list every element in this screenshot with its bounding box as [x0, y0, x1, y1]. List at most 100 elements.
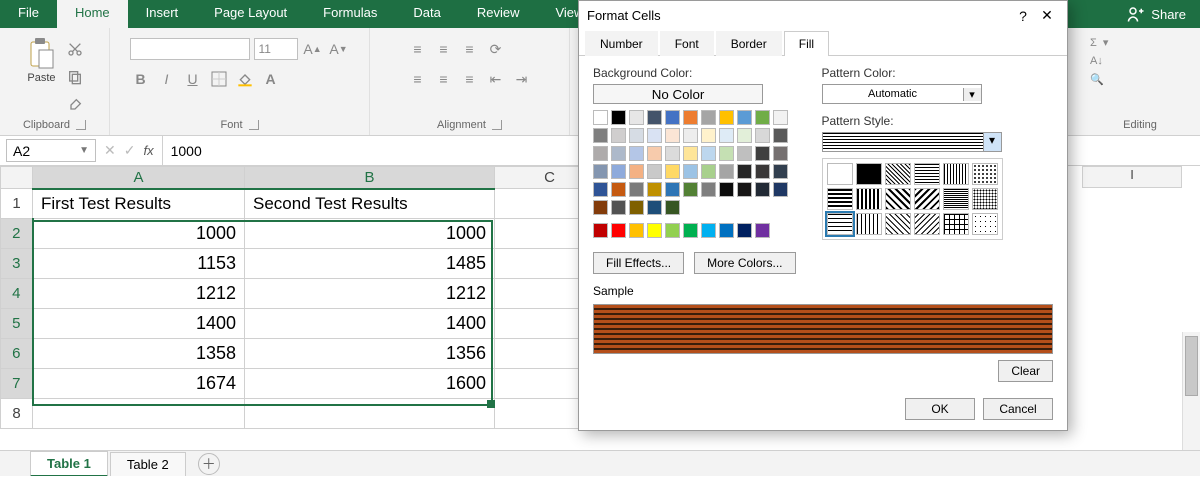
color-swatch[interactable] — [665, 110, 680, 125]
color-swatch[interactable] — [593, 200, 608, 215]
cell-B4[interactable]: 1212 — [245, 279, 495, 309]
borders-button[interactable] — [208, 68, 230, 90]
color-swatch[interactable] — [647, 146, 662, 161]
align-center-button[interactable]: ≡ — [433, 68, 455, 90]
ribbon-tab-formulas[interactable]: Formulas — [305, 0, 395, 28]
scroll-thumb[interactable] — [1185, 336, 1198, 396]
color-swatch[interactable] — [611, 182, 626, 197]
pattern-style-combo[interactable]: ▾ — [822, 132, 1002, 152]
increase-indent-button[interactable]: ⇥ — [511, 68, 533, 90]
pattern-swatch[interactable] — [914, 163, 940, 185]
color-swatch[interactable] — [611, 164, 626, 179]
color-swatch[interactable] — [737, 182, 752, 197]
ok-button[interactable]: OK — [905, 398, 975, 420]
color-swatch[interactable] — [737, 110, 752, 125]
color-swatch[interactable] — [701, 164, 716, 179]
color-swatch[interactable] — [629, 110, 644, 125]
color-swatch[interactable] — [683, 164, 698, 179]
row-header-6[interactable]: 6 — [1, 339, 33, 369]
ribbon-tab-file[interactable]: File — [0, 0, 57, 28]
align-right-button[interactable]: ≡ — [459, 68, 481, 90]
vertical-scrollbar[interactable] — [1182, 332, 1200, 450]
font-size-select[interactable] — [254, 38, 298, 60]
find-select-button[interactable]: 🔍 — [1090, 73, 1104, 86]
color-swatch[interactable] — [611, 110, 626, 125]
color-swatch[interactable] — [611, 200, 626, 215]
pattern-swatch[interactable] — [943, 188, 969, 210]
underline-button[interactable]: U — [182, 68, 204, 90]
pattern-swatch[interactable] — [943, 213, 969, 235]
ribbon-tab-review[interactable]: Review — [459, 0, 538, 28]
color-swatch[interactable] — [647, 164, 662, 179]
dialog-tab-font[interactable]: Font — [660, 31, 714, 56]
select-all-corner[interactable] — [1, 167, 33, 189]
decrease-indent-button[interactable]: ⇤ — [485, 68, 507, 90]
no-color-button[interactable]: No Color — [593, 84, 763, 104]
dialog-tab-number[interactable]: Number — [585, 31, 658, 56]
italic-button[interactable]: I — [156, 68, 178, 90]
sheet-tab-table2[interactable]: Table 2 — [110, 452, 186, 476]
row-header-1[interactable]: 1 — [1, 189, 33, 219]
color-swatch[interactable] — [665, 223, 680, 238]
color-swatch[interactable] — [665, 146, 680, 161]
col-header-b[interactable]: B — [245, 167, 495, 189]
color-swatch[interactable] — [629, 146, 644, 161]
color-swatch[interactable] — [773, 146, 788, 161]
color-swatch[interactable] — [593, 223, 608, 238]
color-swatch[interactable] — [647, 223, 662, 238]
cell-A7[interactable]: 1674 — [33, 369, 245, 399]
dialog-tab-border[interactable]: Border — [716, 31, 782, 56]
ribbon-tab-insert[interactable]: Insert — [128, 0, 197, 28]
pattern-swatch[interactable] — [856, 188, 882, 210]
col-header-a[interactable]: A — [33, 167, 245, 189]
cell-B5[interactable]: 1400 — [245, 309, 495, 339]
bold-button[interactable]: B — [130, 68, 152, 90]
align-bottom-button[interactable]: ≡ — [459, 38, 481, 60]
pattern-swatch[interactable] — [856, 163, 882, 185]
fill-color-button[interactable] — [234, 68, 256, 90]
cell-A6[interactable]: 1358 — [33, 339, 245, 369]
color-swatch[interactable] — [755, 128, 770, 143]
format-painter-button[interactable] — [64, 94, 86, 116]
paste-button[interactable]: Paste — [23, 32, 59, 116]
color-swatch[interactable] — [593, 182, 608, 197]
cell-A5[interactable]: 1400 — [33, 309, 245, 339]
color-swatch[interactable] — [719, 223, 734, 238]
color-swatch[interactable] — [683, 223, 698, 238]
color-swatch[interactable] — [737, 146, 752, 161]
row-header-2[interactable]: 2 — [1, 219, 33, 249]
cell-B3[interactable]: 1485 — [245, 249, 495, 279]
dialog-help-button[interactable]: ? — [1011, 8, 1035, 24]
color-swatch[interactable] — [611, 146, 626, 161]
color-swatch[interactable] — [683, 182, 698, 197]
color-swatch[interactable] — [683, 146, 698, 161]
color-swatch[interactable] — [665, 182, 680, 197]
font-name-select[interactable] — [130, 38, 250, 60]
sheet-tab-table1[interactable]: Table 1 — [30, 451, 108, 477]
row-header-7[interactable]: 7 — [1, 369, 33, 399]
cancel-formula-button[interactable]: ✕ — [104, 142, 116, 159]
color-swatch[interactable] — [737, 223, 752, 238]
row-header-8[interactable]: 8 — [1, 399, 33, 429]
clipboard-dialog-launcher[interactable] — [76, 120, 86, 130]
color-swatch[interactable] — [611, 223, 626, 238]
color-swatch[interactable] — [611, 128, 626, 143]
color-swatch[interactable] — [701, 182, 716, 197]
color-swatch[interactable] — [773, 128, 788, 143]
color-swatch[interactable] — [755, 182, 770, 197]
pattern-swatch[interactable] — [885, 188, 911, 210]
color-swatch[interactable] — [629, 223, 644, 238]
pattern-swatch[interactable] — [885, 163, 911, 185]
color-swatch[interactable] — [719, 164, 734, 179]
cell-B8[interactable] — [245, 399, 495, 429]
cell-A2[interactable]: 1000 — [33, 219, 245, 249]
color-swatch[interactable] — [755, 223, 770, 238]
color-swatch[interactable] — [593, 146, 608, 161]
color-swatch[interactable] — [629, 128, 644, 143]
pattern-swatch[interactable] — [914, 188, 940, 210]
color-swatch[interactable] — [647, 200, 662, 215]
grow-font-button[interactable]: A▲ — [302, 38, 324, 60]
align-left-button[interactable]: ≡ — [407, 68, 429, 90]
fill-effects-button[interactable]: Fill Effects... — [593, 252, 684, 274]
color-swatch[interactable] — [701, 223, 716, 238]
